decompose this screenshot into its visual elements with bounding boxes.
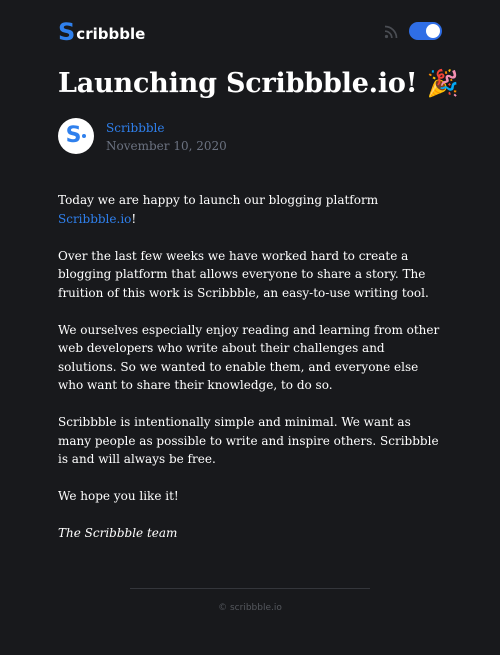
rss-icon[interactable] — [384, 24, 398, 39]
post-date: November 10, 2020 — [106, 139, 227, 153]
signoff: The Scribbble team — [58, 526, 178, 540]
footer-copyright: © scribbble.io — [218, 603, 282, 613]
post-title: Launching Scribbble.io! 🎉 — [58, 68, 459, 99]
paragraph-5: We hope you like it! — [58, 489, 179, 503]
toggle-knob — [426, 24, 440, 38]
paragraph-1-text: Today we are happy to launch our bloggin… — [58, 193, 379, 207]
author-avatar[interactable]: S — [58, 118, 94, 154]
paragraph-4: Scribbble is intentionally simple and mi… — [58, 415, 439, 466]
post-title-text: Launching Scribbble.io! — [58, 68, 418, 99]
paragraph-2: Over the last few weeks we have worked h… — [58, 248, 429, 300]
logo[interactable]: S cribbble — [58, 18, 145, 44]
scribbble-link[interactable]: Scribbble.io — [58, 212, 131, 226]
footer-divider — [130, 588, 370, 589]
party-popper-icon: 🎉 — [426, 69, 459, 99]
paragraph-3: We ourselves especially enjoy reading an… — [58, 322, 440, 393]
avatar-dot — [82, 134, 87, 138]
author-name-link[interactable]: Scribbble — [106, 121, 165, 135]
header: S cribbble — [58, 18, 442, 44]
theme-toggle[interactable] — [409, 22, 442, 40]
logo-text: cribbble — [76, 25, 146, 43]
logo-letter: S — [58, 18, 76, 46]
paragraph-1: Today we are happy to launch our bloggin… — [58, 191, 443, 228]
avatar-letter: S — [65, 123, 82, 148]
paragraph-1-end: ! — [131, 211, 137, 226]
blog-post-page: S cribbble Launching Scribbble.io! 🎉 S S… — [0, 0, 500, 655]
post-body: Today we are happy to launch our bloggin… — [58, 191, 443, 561]
